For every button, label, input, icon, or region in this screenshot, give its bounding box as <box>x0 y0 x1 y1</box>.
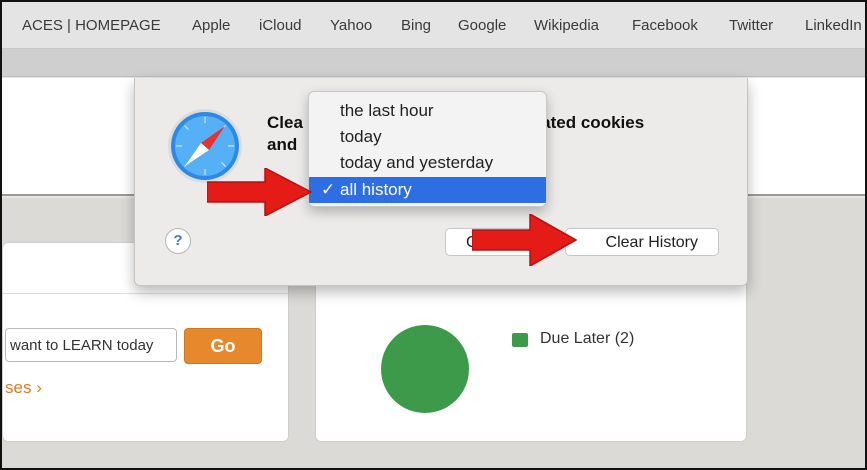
option-all-history-label: all history <box>340 180 412 199</box>
favorite-wikipedia[interactable]: Wikipedia <box>534 17 599 34</box>
legend-label-due-later: Due Later (2) <box>540 330 635 347</box>
favorite-facebook[interactable]: Facebook <box>632 17 698 34</box>
favorite-twitter[interactable]: Twitter <box>729 17 773 34</box>
courses-link[interactable]: ses › <box>5 378 42 398</box>
pie-slice-due-later <box>381 325 469 413</box>
red-arrow-icon <box>472 214 578 266</box>
option-all-history[interactable]: ✓ all history <box>309 177 546 203</box>
checkmark-icon: ✓ <box>321 180 336 199</box>
favorite-aces-homepage[interactable]: ACES | HOMEPAGE <box>22 17 161 34</box>
option-last-hour[interactable]: the last hour <box>309 98 546 124</box>
card-divider <box>3 293 288 294</box>
favorite-linkedin[interactable]: LinkedIn <box>805 17 862 34</box>
help-button[interactable]: ? <box>165 228 191 254</box>
dialog-title-fragment: Clea <box>267 113 303 132</box>
clear-history-button[interactable]: Clear History <box>565 228 719 256</box>
browser-window: ACES | HOMEPAGE Apple iCloud Yahoo Bing … <box>0 0 867 470</box>
search-input[interactable]: want to LEARN today <box>5 328 177 362</box>
dialog-title-fragment-line2: and <box>267 135 298 154</box>
favorite-bing[interactable]: Bing <box>401 17 431 34</box>
chevron-right-icon: › <box>36 378 42 397</box>
tab-bar <box>2 49 865 77</box>
legend-swatch-due-later <box>512 333 528 347</box>
red-arrow-icon <box>207 168 313 216</box>
history-range-dropdown[interactable]: the last hour today today and yesterday … <box>308 91 547 207</box>
favorite-apple[interactable]: Apple <box>192 17 230 34</box>
option-today-and-yesterday[interactable]: today and yesterday <box>309 150 546 176</box>
courses-link-label: ses <box>5 378 32 397</box>
go-button[interactable]: Go <box>184 328 262 364</box>
favorites-bar: ACES | HOMEPAGE Apple iCloud Yahoo Bing … <box>2 2 865 49</box>
favorite-icloud[interactable]: iCloud <box>259 17 302 34</box>
favorite-yahoo[interactable]: Yahoo <box>330 17 372 34</box>
status-card: Due Later (2) <box>315 266 747 442</box>
favorite-google[interactable]: Google <box>458 17 506 34</box>
option-today[interactable]: today <box>309 124 546 150</box>
